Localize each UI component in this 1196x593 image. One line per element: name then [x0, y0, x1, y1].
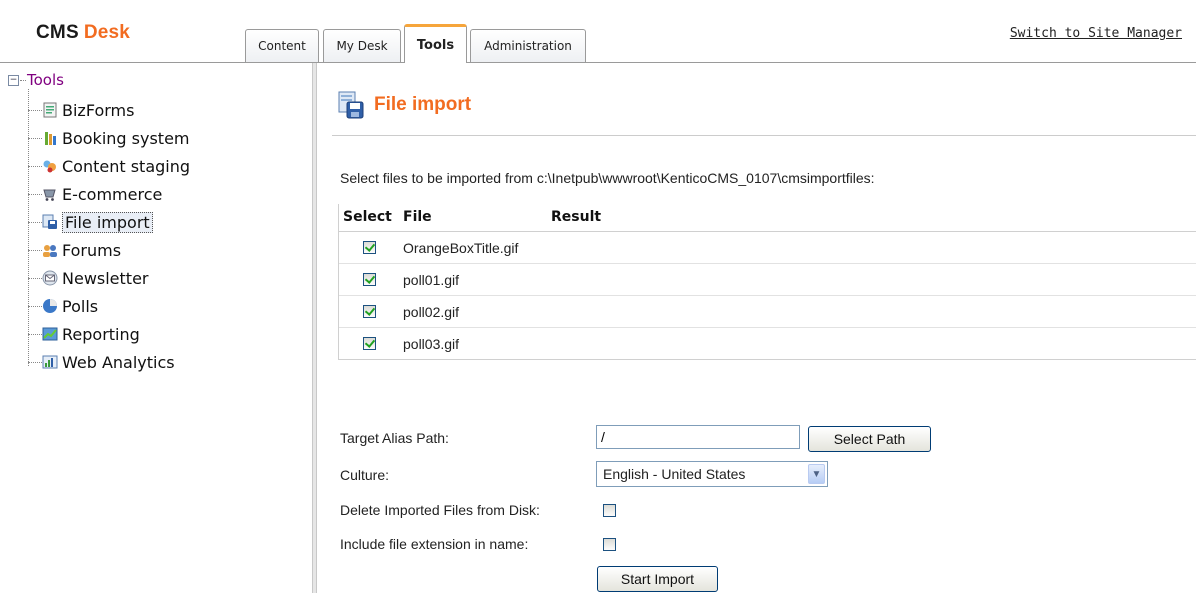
title-divider [332, 135, 1196, 136]
tree-item-polls[interactable]: Polls [28, 295, 99, 317]
cms-desk-logo: CMS Desk [36, 22, 130, 44]
collapse-icon[interactable]: − [8, 74, 19, 86]
tree-item-booking-system[interactable]: Booking system [28, 127, 190, 149]
instructions-text: Select files to be imported from c:\Inet… [340, 170, 875, 186]
culture-label: Culture: [340, 467, 390, 483]
tree-item-label: Content staging [62, 156, 191, 176]
select-path-button[interactable]: Select Path [808, 426, 931, 452]
tree-item-label: BizForms [62, 100, 135, 120]
tools-tree: − Tools BizForms Booking system Content … [0, 63, 312, 593]
tree-item-label: Polls [62, 296, 99, 316]
file-name: poll01.gif [403, 272, 460, 288]
tab-my-desk[interactable]: My Desk [323, 29, 401, 62]
column-header-file: File [403, 209, 432, 225]
logo-desk-text: Desk [83, 22, 131, 43]
file-select-checkbox[interactable] [363, 241, 376, 254]
file-import-icon [338, 91, 364, 119]
table-row: OrangeBoxTitle.gif [339, 232, 1196, 264]
tree-item-label: File import [62, 211, 153, 233]
tab-tools[interactable]: Tools [404, 24, 467, 63]
tree-item-forums[interactable]: Forums [28, 239, 122, 261]
pane-splitter[interactable] [312, 63, 317, 593]
web-analytics-icon [42, 355, 58, 369]
reporting-icon [42, 327, 58, 341]
culture-selected-value: English - United States [603, 466, 746, 482]
tree-item-newsletter[interactable]: Newsletter [28, 267, 149, 289]
file-select-checkbox[interactable] [363, 273, 376, 286]
tree-item-bizforms[interactable]: BizForms [28, 99, 135, 121]
delete-files-label: Delete Imported Files from Disk: [340, 502, 540, 518]
include-extension-label: Include file extension in name: [340, 536, 529, 552]
file-select-checkbox[interactable] [363, 305, 376, 318]
culture-select[interactable]: English - United States ▼ [596, 461, 828, 487]
bizforms-icon [43, 102, 57, 118]
tree-root-label: Tools [27, 71, 64, 89]
file-name: poll02.gif [403, 304, 460, 320]
start-import-button[interactable]: Start Import [597, 566, 718, 592]
page-title: File import [374, 94, 472, 115]
file-table: Select File Result OrangeBoxTitle.gif po… [338, 204, 1196, 360]
target-alias-label: Target Alias Path: [340, 430, 449, 446]
file-name: OrangeBoxTitle.gif [403, 240, 519, 256]
table-row: poll01.gif [339, 264, 1196, 296]
file-import-icon [42, 214, 57, 229]
tree-item-label: Newsletter [62, 268, 149, 288]
delete-files-checkbox[interactable] [603, 504, 616, 517]
content-staging-icon [43, 160, 56, 173]
polls-icon [43, 299, 57, 313]
main-content: File import Select files to be imported … [318, 63, 1196, 593]
tree-item-ecommerce[interactable]: E-commerce [28, 183, 163, 205]
target-alias-input[interactable] [596, 425, 800, 449]
ecommerce-icon [43, 189, 56, 201]
page-header: File import [338, 91, 471, 119]
tab-content[interactable]: Content [245, 29, 319, 62]
header-bar: CMS Desk Content My Desk Tools Administra… [0, 0, 1196, 63]
tree-item-label: Booking system [62, 128, 190, 148]
tree-item-label: E-commerce [62, 184, 163, 204]
tree-item-label: Forums [62, 240, 122, 260]
forums-icon [43, 245, 57, 257]
tree-item-label: Reporting [62, 324, 140, 344]
chevron-down-icon[interactable]: ▼ [808, 464, 825, 484]
booking-system-icon [45, 132, 56, 145]
table-header: Select File Result [339, 204, 1196, 232]
switch-to-site-manager-link[interactable]: Switch to Site Manager [1010, 26, 1182, 41]
include-extension-checkbox[interactable] [603, 538, 616, 551]
tree-item-content-staging[interactable]: Content staging [28, 155, 191, 177]
tree-connector [20, 79, 26, 81]
column-header-result: Result [551, 209, 602, 225]
file-select-checkbox[interactable] [363, 337, 376, 350]
tree-root-tools[interactable]: − Tools [8, 71, 64, 89]
tree-guide-line [28, 89, 29, 366]
tree-item-label: Web Analytics [62, 352, 175, 372]
newsletter-icon [42, 270, 58, 286]
column-header-select: Select [343, 209, 392, 225]
logo-cms-text: CMS [36, 22, 79, 43]
table-row: poll03.gif [339, 328, 1196, 359]
tree-item-reporting[interactable]: Reporting [28, 323, 140, 345]
tab-administration[interactable]: Administration [470, 29, 586, 62]
tree-item-file-import[interactable]: File import [28, 211, 153, 233]
file-name: poll03.gif [403, 336, 460, 352]
tree-item-web-analytics[interactable]: Web Analytics [28, 351, 175, 373]
table-row: poll02.gif [339, 296, 1196, 328]
